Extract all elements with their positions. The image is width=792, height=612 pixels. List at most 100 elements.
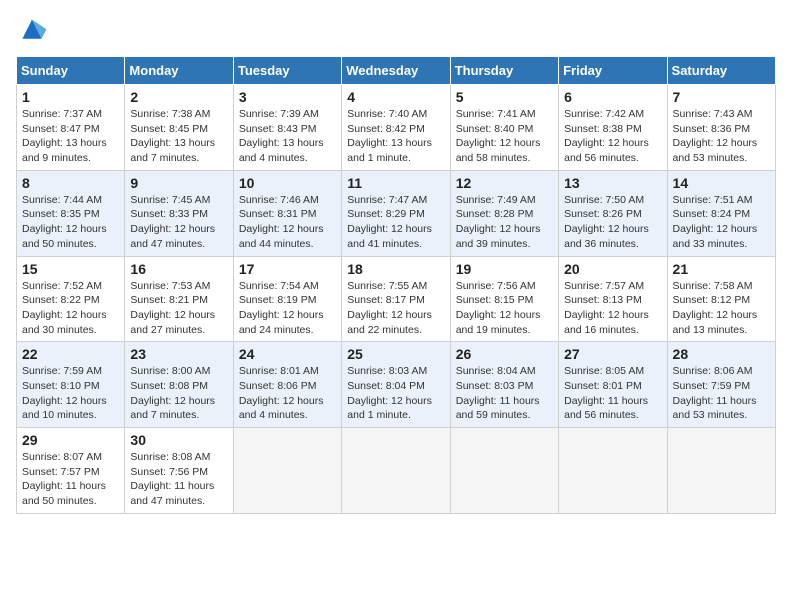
calendar-week-row: 1 Sunrise: 7:37 AM Sunset: 8:47 PM Dayli…	[17, 85, 776, 171]
sunrise-label: Sunrise: 7:42 AM	[564, 108, 644, 120]
sunrise-label: Sunrise: 7:52 AM	[22, 280, 102, 292]
sunset-label: Sunset: 8:15 PM	[456, 294, 534, 306]
sunset-label: Sunset: 8:28 PM	[456, 208, 534, 220]
sunrise-label: Sunrise: 7:37 AM	[22, 108, 102, 120]
sunset-label: Sunset: 8:01 PM	[564, 380, 642, 392]
day-info: Sunrise: 7:50 AM Sunset: 8:26 PM Dayligh…	[564, 193, 661, 252]
sunrise-label: Sunrise: 7:46 AM	[239, 194, 319, 206]
day-number: 1	[22, 89, 119, 105]
sunset-label: Sunset: 8:22 PM	[22, 294, 100, 306]
day-info: Sunrise: 7:46 AM Sunset: 8:31 PM Dayligh…	[239, 193, 336, 252]
day-info: Sunrise: 7:54 AM Sunset: 8:19 PM Dayligh…	[239, 279, 336, 338]
calendar-day-cell: 6 Sunrise: 7:42 AM Sunset: 8:38 PM Dayli…	[559, 85, 667, 171]
calendar-week-row: 15 Sunrise: 7:52 AM Sunset: 8:22 PM Dayl…	[17, 256, 776, 342]
day-info: Sunrise: 7:41 AM Sunset: 8:40 PM Dayligh…	[456, 107, 553, 166]
sunset-label: Sunset: 8:12 PM	[673, 294, 751, 306]
day-info: Sunrise: 7:52 AM Sunset: 8:22 PM Dayligh…	[22, 279, 119, 338]
calendar-table: SundayMondayTuesdayWednesdayThursdayFrid…	[16, 56, 776, 514]
sunset-label: Sunset: 8:24 PM	[673, 208, 751, 220]
calendar-day-cell: 16 Sunrise: 7:53 AM Sunset: 8:21 PM Dayl…	[125, 256, 233, 342]
calendar-day-cell: 15 Sunrise: 7:52 AM Sunset: 8:22 PM Dayl…	[17, 256, 125, 342]
daylight-label: Daylight: 12 hours and 58 minutes.	[456, 137, 541, 164]
day-number: 4	[347, 89, 444, 105]
sunrise-label: Sunrise: 7:56 AM	[456, 280, 536, 292]
daylight-label: Daylight: 11 hours and 50 minutes.	[22, 480, 106, 507]
sunrise-label: Sunrise: 8:04 AM	[456, 365, 536, 377]
calendar-header-wednesday: Wednesday	[342, 57, 450, 85]
calendar-day-cell: 2 Sunrise: 7:38 AM Sunset: 8:45 PM Dayli…	[125, 85, 233, 171]
calendar-day-cell: 28 Sunrise: 8:06 AM Sunset: 7:59 PM Dayl…	[667, 342, 775, 428]
sunset-label: Sunset: 8:19 PM	[239, 294, 317, 306]
daylight-label: Daylight: 12 hours and 41 minutes.	[347, 223, 432, 250]
day-info: Sunrise: 7:55 AM Sunset: 8:17 PM Dayligh…	[347, 279, 444, 338]
calendar-day-cell: 13 Sunrise: 7:50 AM Sunset: 8:26 PM Dayl…	[559, 170, 667, 256]
calendar-header-tuesday: Tuesday	[233, 57, 341, 85]
sunset-label: Sunset: 8:08 PM	[130, 380, 208, 392]
sunrise-label: Sunrise: 7:53 AM	[130, 280, 210, 292]
calendar-day-cell: 27 Sunrise: 8:05 AM Sunset: 8:01 PM Dayl…	[559, 342, 667, 428]
day-info: Sunrise: 8:03 AM Sunset: 8:04 PM Dayligh…	[347, 364, 444, 423]
day-number: 13	[564, 175, 661, 191]
day-info: Sunrise: 7:43 AM Sunset: 8:36 PM Dayligh…	[673, 107, 770, 166]
daylight-label: Daylight: 12 hours and 39 minutes.	[456, 223, 541, 250]
daylight-label: Daylight: 12 hours and 22 minutes.	[347, 309, 432, 336]
daylight-label: Daylight: 11 hours and 56 minutes.	[564, 395, 648, 422]
calendar-day-cell: 18 Sunrise: 7:55 AM Sunset: 8:17 PM Dayl…	[342, 256, 450, 342]
daylight-label: Daylight: 12 hours and 7 minutes.	[130, 395, 215, 422]
logo-icon	[16, 16, 48, 44]
calendar-day-cell: 1 Sunrise: 7:37 AM Sunset: 8:47 PM Dayli…	[17, 85, 125, 171]
calendar-day-cell: 24 Sunrise: 8:01 AM Sunset: 8:06 PM Dayl…	[233, 342, 341, 428]
calendar-header-friday: Friday	[559, 57, 667, 85]
calendar-day-cell: 12 Sunrise: 7:49 AM Sunset: 8:28 PM Dayl…	[450, 170, 558, 256]
sunrise-label: Sunrise: 7:58 AM	[673, 280, 753, 292]
daylight-label: Daylight: 11 hours and 59 minutes.	[456, 395, 540, 422]
sunset-label: Sunset: 8:26 PM	[564, 208, 642, 220]
day-info: Sunrise: 8:06 AM Sunset: 7:59 PM Dayligh…	[673, 364, 770, 423]
day-number: 24	[239, 346, 336, 362]
daylight-label: Daylight: 12 hours and 36 minutes.	[564, 223, 649, 250]
daylight-label: Daylight: 12 hours and 30 minutes.	[22, 309, 107, 336]
calendar-day-cell: 21 Sunrise: 7:58 AM Sunset: 8:12 PM Dayl…	[667, 256, 775, 342]
sunrise-label: Sunrise: 8:00 AM	[130, 365, 210, 377]
daylight-label: Daylight: 12 hours and 13 minutes.	[673, 309, 758, 336]
day-number: 19	[456, 261, 553, 277]
day-info: Sunrise: 7:42 AM Sunset: 8:38 PM Dayligh…	[564, 107, 661, 166]
day-info: Sunrise: 7:56 AM Sunset: 8:15 PM Dayligh…	[456, 279, 553, 338]
daylight-label: Daylight: 12 hours and 4 minutes.	[239, 395, 324, 422]
sunset-label: Sunset: 7:59 PM	[673, 380, 751, 392]
sunrise-label: Sunrise: 8:08 AM	[130, 451, 210, 463]
day-number: 18	[347, 261, 444, 277]
sunrise-label: Sunrise: 7:39 AM	[239, 108, 319, 120]
calendar-week-row: 22 Sunrise: 7:59 AM Sunset: 8:10 PM Dayl…	[17, 342, 776, 428]
daylight-label: Daylight: 12 hours and 33 minutes.	[673, 223, 758, 250]
sunrise-label: Sunrise: 8:03 AM	[347, 365, 427, 377]
day-info: Sunrise: 7:39 AM Sunset: 8:43 PM Dayligh…	[239, 107, 336, 166]
calendar-day-cell: 29 Sunrise: 8:07 AM Sunset: 7:57 PM Dayl…	[17, 428, 125, 514]
calendar-day-cell: 22 Sunrise: 7:59 AM Sunset: 8:10 PM Dayl…	[17, 342, 125, 428]
calendar-day-cell	[450, 428, 558, 514]
calendar-day-cell	[559, 428, 667, 514]
calendar-week-row: 8 Sunrise: 7:44 AM Sunset: 8:35 PM Dayli…	[17, 170, 776, 256]
calendar-day-cell	[233, 428, 341, 514]
calendar-day-cell: 8 Sunrise: 7:44 AM Sunset: 8:35 PM Dayli…	[17, 170, 125, 256]
sunrise-label: Sunrise: 7:47 AM	[347, 194, 427, 206]
calendar-header-sunday: Sunday	[17, 57, 125, 85]
day-info: Sunrise: 7:59 AM Sunset: 8:10 PM Dayligh…	[22, 364, 119, 423]
day-number: 16	[130, 261, 227, 277]
sunrise-label: Sunrise: 7:55 AM	[347, 280, 427, 292]
day-number: 9	[130, 175, 227, 191]
calendar-day-cell: 4 Sunrise: 7:40 AM Sunset: 8:42 PM Dayli…	[342, 85, 450, 171]
day-info: Sunrise: 7:58 AM Sunset: 8:12 PM Dayligh…	[673, 279, 770, 338]
sunrise-label: Sunrise: 8:05 AM	[564, 365, 644, 377]
daylight-label: Daylight: 11 hours and 47 minutes.	[130, 480, 214, 507]
daylight-label: Daylight: 12 hours and 19 minutes.	[456, 309, 541, 336]
daylight-label: Daylight: 12 hours and 56 minutes.	[564, 137, 649, 164]
day-number: 12	[456, 175, 553, 191]
sunrise-label: Sunrise: 7:43 AM	[673, 108, 753, 120]
daylight-label: Daylight: 12 hours and 44 minutes.	[239, 223, 324, 250]
sunrise-label: Sunrise: 8:07 AM	[22, 451, 102, 463]
day-number: 7	[673, 89, 770, 105]
sunrise-label: Sunrise: 7:40 AM	[347, 108, 427, 120]
sunrise-label: Sunrise: 7:50 AM	[564, 194, 644, 206]
day-info: Sunrise: 8:01 AM Sunset: 8:06 PM Dayligh…	[239, 364, 336, 423]
